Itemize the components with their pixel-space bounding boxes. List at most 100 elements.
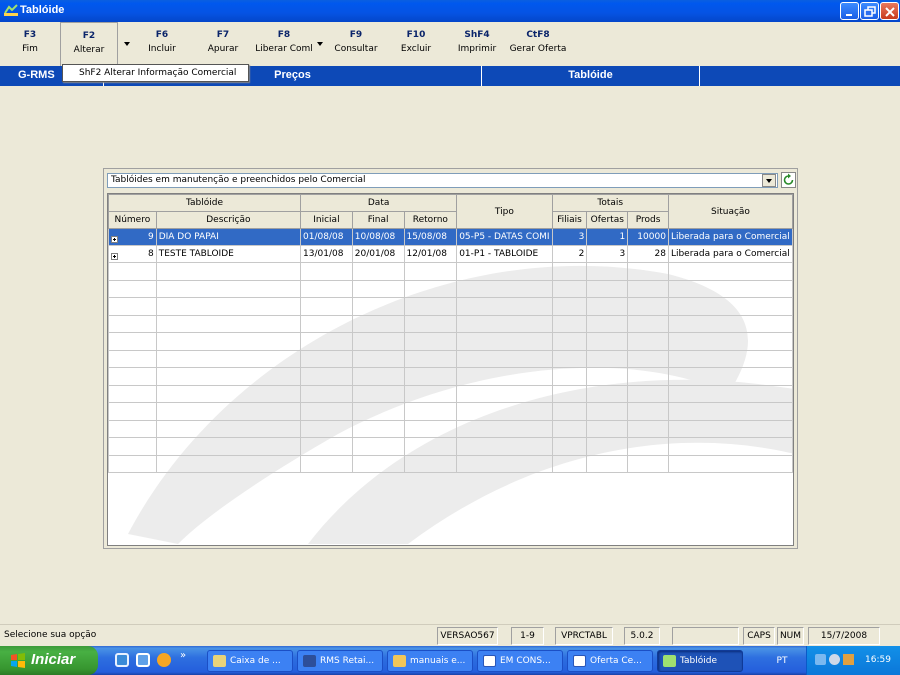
group-header-row: Tablóide Data Tipo Totais Situação [108,194,793,229]
toolbar: F3 Fim F2 Alterar F6 Incluir F7 Apurar F… [0,22,900,66]
expand-icon[interactable] [111,235,118,243]
row-situacao: Liberada para o Comercial [667,228,793,246]
alterar-informacao-comercial-item[interactable]: ShF2 Alterar Informação Comercial [79,68,236,78]
browser-icon[interactable] [136,653,150,667]
table-row[interactable]: 8 TESTE TABLOIDE 13/01/08 20/01/08 12/01… [108,245,793,263]
consultar-button[interactable]: F9 Consultar [332,30,380,54]
excluir-button[interactable]: F10 Excluir [396,30,436,54]
empty-row [108,297,793,316]
empty-row [108,454,793,473]
row-retorno: 12/01/08 [403,245,458,263]
fim-button[interactable]: F3 Fim [14,30,46,54]
col-inicial[interactable]: Inicial [300,211,353,229]
imprimir-button[interactable]: ShF4 Imprimir [454,30,500,54]
task-caixa[interactable]: Caixa de ... [207,650,293,672]
tabloide-panel: Tablóides em manutenção e preenchidos pe… [103,168,798,549]
task-em-cons[interactable]: EM CONS... [477,650,563,672]
task-manuais-label: manuais e... [410,656,466,666]
app-icon [4,4,18,16]
row-tipo: 01-P1 - TABLOIDE [456,245,553,263]
row-ofertas: 3 [586,245,629,263]
col-final[interactable]: Final [351,211,405,229]
liberar-coml-button[interactable]: F8 Liberar Coml [254,30,314,54]
task-tabloide-label: Tablóide [680,656,717,666]
empty-row [108,349,793,368]
task-caixa-label: Caixa de ... [230,656,281,666]
minimize-button[interactable] [840,2,859,20]
filter-dropdown-icon[interactable] [762,174,776,187]
close-button[interactable] [880,2,899,20]
incluir-label: Incluir [148,44,176,54]
status-version: VERSAO567 [437,627,498,645]
task-rms[interactable]: RMS Retai... [297,650,383,672]
status-range: 1-9 [511,627,544,645]
apurar-key: F7 [216,30,230,40]
task-tabloide[interactable]: Tablóide [657,650,743,672]
start-button[interactable]: Iniciar [0,646,98,675]
empty-row [108,314,793,333]
col-ofertas[interactable]: Ofertas [586,211,629,229]
group-totais: Totais [551,194,669,212]
window-title: Tablóide [20,4,65,16]
row-final: 10/08/08 [351,228,405,246]
consultar-key: F9 [349,30,363,40]
start-label: Iniciar [31,651,76,668]
rms-icon [303,655,316,667]
col-prods[interactable]: Prods [627,211,669,229]
ie-icon[interactable] [115,653,129,667]
col-situacao[interactable]: Situação [667,194,793,229]
col-retorno[interactable]: Retorno [403,211,458,229]
messenger-icon[interactable] [843,654,854,665]
gerar-oferta-label: Gerar Oferta [509,44,567,54]
title-bar[interactable]: Tablóide [0,0,900,22]
volume-icon[interactable] [829,654,840,665]
apurar-button[interactable]: F7 Apurar [202,30,244,54]
restore-button[interactable] [860,2,879,20]
row-situacao: Liberada para o Comercial [667,245,793,263]
media-icon[interactable] [157,653,171,667]
empty-row [108,279,793,298]
col-numero[interactable]: Número [108,211,157,229]
empty-row [108,402,793,421]
empty-row [108,384,793,403]
row-prods: 28 [627,245,669,263]
status-empty [672,627,739,645]
status-message: Selecione sua opção [4,630,97,640]
col-filiais[interactable]: Filiais [551,211,588,229]
gerar-oferta-button[interactable]: CtF8 Gerar Oferta [507,30,569,54]
word-icon [573,655,586,667]
status-date: 15/7/2008 [808,627,880,645]
restore-icon [864,6,876,17]
incluir-button[interactable]: F6 Incluir [142,30,182,54]
imprimir-label: Imprimir [457,44,497,54]
liberar-dropdown-icon[interactable] [317,42,323,46]
close-icon [885,7,895,17]
nav-tabloide[interactable]: Tablóide [482,66,700,86]
task-oferta[interactable]: Oferta Ce... [567,650,653,672]
incluir-key: F6 [155,30,169,40]
row-filiais: 2 [551,245,588,263]
alterar-dropdown-icon[interactable] [124,42,130,46]
system-tray: 16:59 [806,646,900,675]
tabloide-grid[interactable]: Tablóide Data Tipo Totais Situação Númer… [107,193,794,546]
refresh-button[interactable] [781,172,796,188]
group-tabloide: Tablóide [108,194,302,212]
expand-icon[interactable] [111,252,118,260]
task-manuais[interactable]: manuais e... [387,650,473,672]
network-icon[interactable] [815,654,826,665]
col-tipo[interactable]: Tipo [456,194,553,229]
alterar-button[interactable]: F2 Alterar [60,22,118,66]
status-bar: Selecione sua opção VERSAO567 1-9 VPRCTA… [0,624,900,646]
row-ofertas: 1 [586,228,629,246]
status-num: NUM [777,627,804,645]
liberar-coml-label: Liberar Coml [255,44,313,54]
col-descricao[interactable]: Descrição [155,211,302,229]
empty-row [108,419,793,438]
table-row[interactable]: 9 DIA DO PAPAI 01/08/08 10/08/08 15/08/0… [108,228,793,246]
row-final: 20/01/08 [351,245,405,263]
filter-select[interactable]: Tablóides em manutenção e preenchidos pe… [107,173,778,188]
language-indicator[interactable]: PT [766,650,798,672]
refresh-icon [783,173,794,185]
clock[interactable]: 16:59 [865,655,891,665]
quicklaunch-more[interactable]: » [180,650,186,661]
